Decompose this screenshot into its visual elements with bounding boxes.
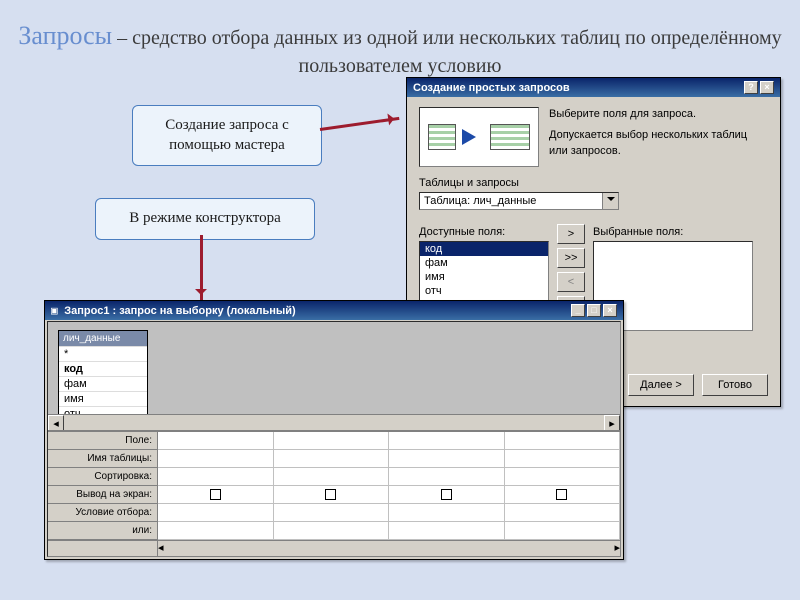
arrow-to-wizard — [320, 117, 400, 131]
grid-cell[interactable] — [389, 522, 505, 539]
field-row[interactable]: имя — [59, 391, 147, 406]
list-item[interactable]: отч — [420, 284, 548, 298]
row-header: Вывод на экран: — [48, 486, 157, 504]
field-row[interactable]: фам — [59, 376, 147, 391]
title-rest: – средство отбора данных из одной или не… — [112, 27, 781, 77]
finish-button[interactable]: Готово — [702, 374, 768, 396]
grid-cell[interactable] — [158, 432, 274, 449]
grid-cell[interactable] — [505, 522, 621, 539]
help-button[interactable]: ? — [744, 81, 758, 94]
available-label: Доступные поля: — [419, 226, 549, 238]
grid-cell[interactable] — [505, 504, 621, 521]
grid-cell[interactable] — [274, 504, 390, 521]
grid-cell[interactable] — [505, 468, 621, 485]
selected-label: Выбранные поля: — [593, 226, 768, 238]
minimize-button[interactable]: _ — [571, 304, 585, 317]
grid-cell[interactable] — [158, 486, 274, 503]
row-header: Имя таблицы: — [48, 450, 157, 468]
grid-cell[interactable] — [158, 504, 274, 521]
grid-cell[interactable] — [389, 504, 505, 521]
grid-cell[interactable] — [505, 432, 621, 449]
list-item[interactable]: имя — [420, 270, 548, 284]
tables-label: Таблицы и запросы — [419, 177, 768, 189]
add-all-button[interactable]: >> — [557, 248, 585, 268]
design-grid[interactable]: Поле: Имя таблицы: Сортировка: Вывод на … — [48, 432, 620, 540]
wizard-hint1: Выберите поля для запроса. — [549, 108, 696, 120]
row-header: или: — [48, 522, 157, 540]
arrow-to-designer — [200, 235, 203, 300]
show-checkbox[interactable] — [556, 489, 567, 500]
scroll-right-icon[interactable]: ▸ — [604, 415, 620, 431]
list-item[interactable]: фам — [420, 256, 548, 270]
tables-combo-input[interactable] — [420, 193, 602, 209]
dropdown-icon[interactable] — [602, 193, 618, 209]
wizard-hint2: Допускается выбор нескольких таблиц или … — [549, 128, 768, 159]
row-header: Поле: — [48, 432, 157, 450]
wizard-titlebar[interactable]: Создание простых запросов ? × — [407, 78, 780, 97]
slide-title: Запросы – средство отбора данных из одно… — [0, 18, 800, 80]
grid-cell[interactable] — [274, 450, 390, 467]
grid-cell[interactable] — [505, 450, 621, 467]
add-button[interactable]: > — [557, 224, 585, 244]
field-row[interactable]: * — [59, 346, 147, 361]
row-header: Условие отбора: — [48, 504, 157, 522]
list-item[interactable]: код — [420, 242, 548, 256]
grid-cell[interactable] — [505, 486, 621, 503]
grid-cell[interactable] — [389, 486, 505, 503]
grid-cell[interactable] — [158, 522, 274, 539]
callout-wizard: Создание запроса с помощью мастера — [132, 105, 322, 166]
table-header[interactable]: лич_данные — [59, 331, 147, 346]
grid-cell[interactable] — [158, 450, 274, 467]
remove-button[interactable]: < — [557, 272, 585, 292]
show-checkbox[interactable] — [325, 489, 336, 500]
close-button[interactable]: × — [760, 81, 774, 94]
callout-designer: В режиме конструктора — [95, 198, 315, 240]
next-button[interactable]: Далее > — [628, 374, 694, 396]
grid-cell[interactable] — [274, 522, 390, 539]
grid-cell[interactable] — [389, 468, 505, 485]
grid-cell[interactable] — [274, 432, 390, 449]
show-checkbox[interactable] — [441, 489, 452, 500]
grid-cell[interactable] — [274, 468, 390, 485]
grid-cell[interactable] — [389, 450, 505, 467]
row-header: Сортировка: — [48, 468, 157, 486]
title-keyword: Запросы — [18, 21, 112, 50]
field-row[interactable]: код — [59, 361, 147, 376]
wizard-title: Создание простых запросов — [413, 82, 570, 94]
wizard-illustration — [419, 107, 539, 167]
designer-title: ▣ Запрос1 : запрос на выборку (локальный… — [51, 304, 296, 317]
grid-cell[interactable] — [389, 432, 505, 449]
designer-titlebar[interactable]: ▣ Запрос1 : запрос на выборку (локальный… — [45, 301, 623, 320]
scroll-left-icon[interactable]: ◂ — [48, 415, 64, 431]
maximize-button[interactable]: □ — [587, 304, 601, 317]
scroll-left-icon[interactable]: ◂ — [158, 541, 164, 556]
grid-cell[interactable] — [274, 486, 390, 503]
scroll-right-icon[interactable]: ▸ — [614, 541, 620, 556]
close-button[interactable]: × — [603, 304, 617, 317]
show-checkbox[interactable] — [210, 489, 221, 500]
designer-window: ▣ Запрос1 : запрос на выборку (локальный… — [44, 300, 624, 560]
tables-combo[interactable] — [419, 192, 619, 210]
table-fieldlist[interactable]: лич_данные * код фам имя отч — [58, 330, 148, 422]
designer-tables-pane[interactable]: лич_данные * код фам имя отч ◂ ▸ — [48, 322, 620, 432]
grid-cell[interactable] — [158, 468, 274, 485]
